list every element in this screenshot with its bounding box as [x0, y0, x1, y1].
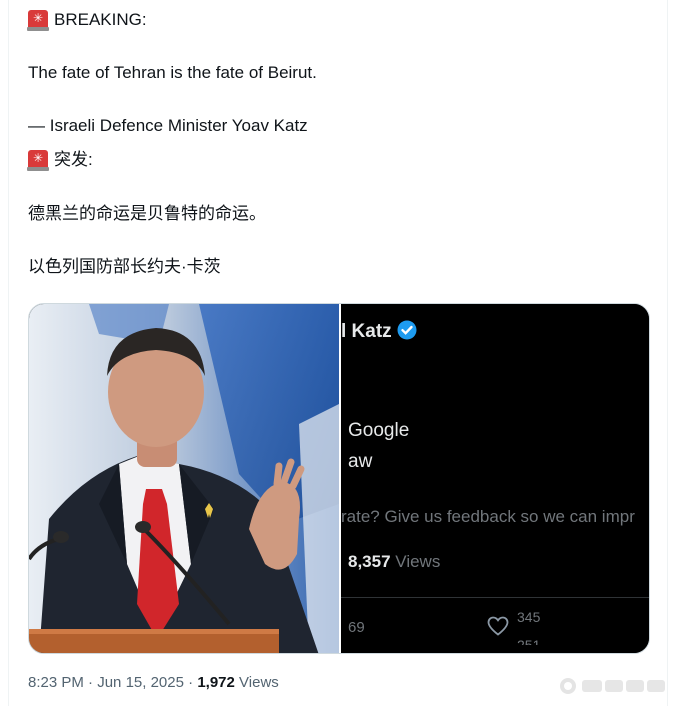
siren-icon [27, 10, 49, 31]
breaking-label: BREAKING: [54, 10, 147, 29]
quote-zh: 德黑兰的命运是贝鲁特的命运。 [28, 204, 266, 223]
breaking-line-en: BREAKING: [27, 9, 147, 31]
like-heart-icon [487, 616, 509, 636]
like-count: 345 [517, 609, 541, 625]
post-date[interactable]: Jun 15, 2025 [97, 674, 184, 691]
profile-name: l Katz [341, 320, 417, 343]
post-time[interactable]: 8:23 PM [28, 674, 84, 691]
breaking-label-zh: 突发: [54, 150, 93, 169]
verified-badge-icon [397, 320, 417, 340]
translated-by-google: Google [348, 420, 410, 441]
action-bar-divider [341, 597, 649, 598]
breaking-line-zh: 突发: [27, 149, 93, 171]
view-count: 8,357 Views [348, 552, 440, 572]
post-view-label: Views [239, 674, 279, 691]
reply-count: 69 [348, 619, 365, 636]
embedded-tweet-screenshot[interactable]: l Katz Google aw rate? Give us feedback … [341, 304, 649, 653]
quote-en: The fate of Tehran is the fate of Beirut… [28, 63, 317, 82]
feedback-prompt: rate? Give us feedback so we can impr [341, 507, 635, 526]
view-count-number: 8,357 [348, 552, 391, 571]
view-count-label: Views [395, 552, 441, 571]
translated-from: aw [348, 451, 373, 472]
like-count-cut: 251 [517, 637, 541, 645]
media-attachment[interactable]: l Katz Google aw rate? Give us feedback … [28, 303, 650, 654]
katz-photo[interactable] [29, 304, 339, 654]
watermark-logo-icon [560, 678, 665, 694]
post-meta: 8:23 PM · Jun 15, 2025 · 1,972 Views [28, 674, 279, 691]
attribution-en: — Israeli Defence Minister Yoav Katz [28, 116, 308, 135]
siren-icon [27, 150, 49, 171]
attribution-zh: 以色列国防部长约夫·卡茨 [28, 257, 221, 276]
post-view-count: 1,972 [197, 674, 235, 691]
